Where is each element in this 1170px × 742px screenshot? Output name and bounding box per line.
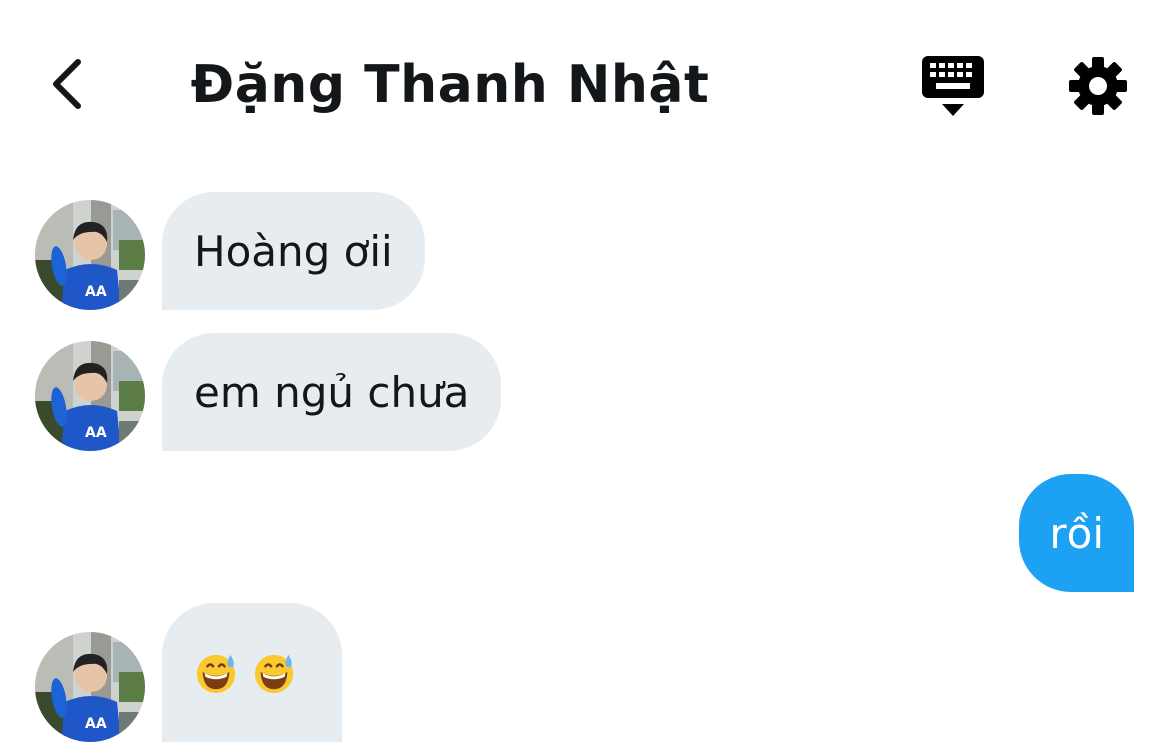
settings-button[interactable]: [1062, 50, 1134, 122]
message-text: Hoàng ơii: [194, 226, 393, 276]
incoming-emoji-bubble[interactable]: [162, 603, 342, 742]
chevron-left-icon: [53, 59, 81, 109]
incoming-message-bubble[interactable]: em ngủ chưa: [162, 333, 502, 451]
message-text: em ngủ chưa: [194, 367, 470, 417]
avatar[interactable]: [35, 341, 145, 451]
keyboard-icon: [922, 56, 984, 116]
grinning-face-with-sweat-icon: [194, 650, 238, 696]
keyboard-toggle-button[interactable]: [916, 50, 992, 122]
message-text: rồi: [1049, 508, 1104, 558]
gear-icon: [1069, 57, 1127, 115]
outgoing-message-bubble[interactable]: rồi: [1019, 474, 1134, 592]
incoming-message-bubble[interactable]: Hoàng ơii: [162, 192, 425, 310]
chat-header: Đặng Thanh Nhật: [0, 0, 1170, 170]
grinning-face-with-sweat-icon: [252, 650, 296, 696]
back-button[interactable]: [30, 44, 110, 124]
avatar[interactable]: [35, 632, 145, 742]
conversation-title: Đặng Thanh Nhật: [190, 55, 710, 115]
avatar[interactable]: [35, 200, 145, 310]
